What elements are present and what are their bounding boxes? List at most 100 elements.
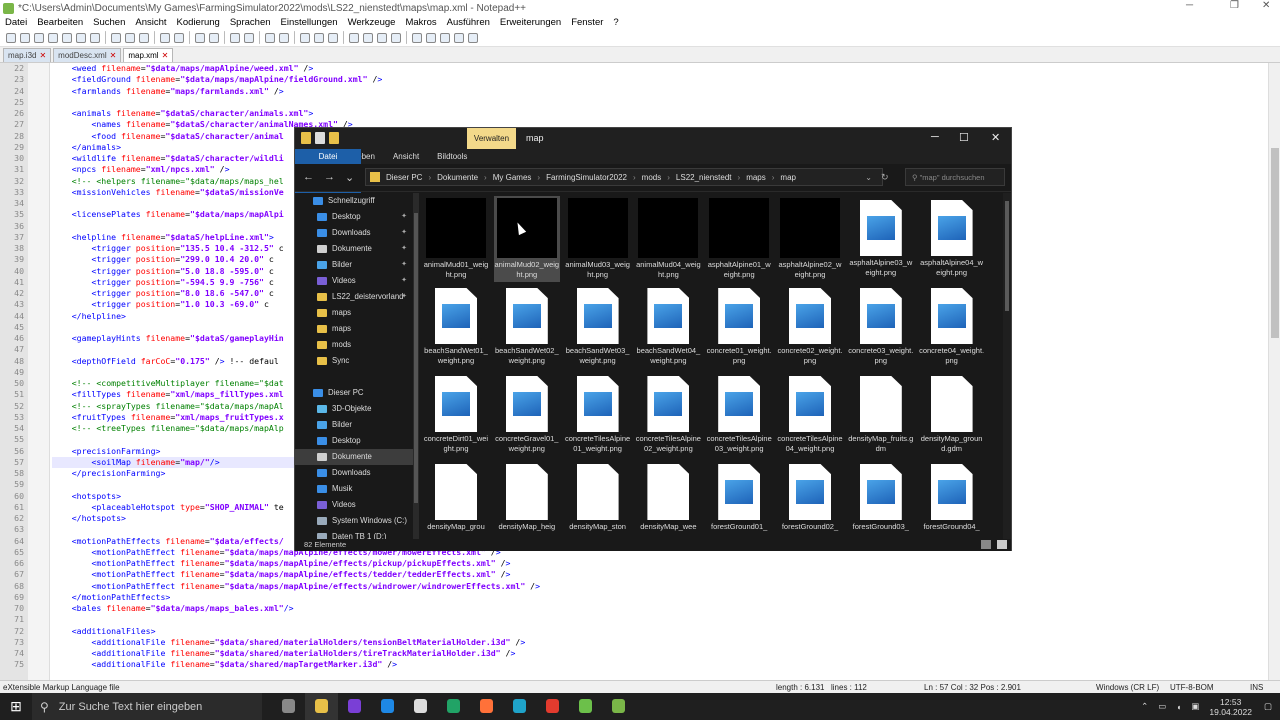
- breadcrumb-separator-icon[interactable]: ›: [772, 173, 775, 182]
- file-item[interactable]: animalMud02_weight.png: [493, 196, 560, 282]
- nav-item[interactable]: Daten TB 1 (D:): [295, 529, 413, 539]
- breadcrumb-separator-icon[interactable]: ›: [484, 173, 487, 182]
- copy-icon[interactable]: [125, 32, 135, 43]
- tab-1[interactable]: modDesc.xml ✕: [53, 48, 122, 62]
- network-icon[interactable]: ▭: [1158, 701, 1166, 712]
- sync-horizontal-icon[interactable]: [279, 32, 289, 43]
- menu-item[interactable]: Sprachen: [225, 16, 276, 29]
- save-all-icon[interactable]: [48, 32, 58, 43]
- file-item[interactable]: beachSandWet04_weight.png: [635, 284, 701, 370]
- file-item[interactable]: forestGround02_: [777, 460, 843, 538]
- breadcrumb-item[interactable]: My Games: [493, 173, 532, 182]
- file-item[interactable]: asphaltAlpine04_weight.png: [919, 196, 985, 282]
- close-all-icon[interactable]: [76, 32, 86, 43]
- ribbon-context-tab[interactable]: Verwalten: [467, 128, 516, 149]
- nav-item[interactable]: maps: [295, 321, 413, 337]
- stop-macro-icon[interactable]: [426, 32, 436, 43]
- tray-overflow-icon[interactable]: ⌃: [1141, 701, 1148, 712]
- app-icon[interactable]: [338, 693, 371, 720]
- address-dropdown-icon[interactable]: ⌄: [865, 173, 872, 182]
- nav-item[interactable]: 3D-Objekte: [295, 401, 413, 417]
- scrollbar-thumb[interactable]: [414, 213, 418, 503]
- nav-item[interactable]: mods: [295, 337, 413, 353]
- breadcrumb-separator-icon[interactable]: ›: [738, 173, 741, 182]
- file-item[interactable]: densityMap_wee: [635, 460, 701, 538]
- cut-icon[interactable]: [111, 32, 121, 43]
- task-view-icon[interactable]: [272, 693, 305, 720]
- file-item[interactable]: asphaltAlpine02_weight.png: [777, 196, 843, 282]
- search-box[interactable]: ⚲ "map" durchsuchen: [905, 168, 1005, 186]
- tab-close-icon[interactable]: ✕: [39, 51, 46, 60]
- breadcrumb-item[interactable]: Dieser PC: [386, 173, 422, 182]
- file-item[interactable]: asphaltAlpine03_weight.png: [848, 196, 914, 282]
- paste-icon[interactable]: [139, 32, 149, 43]
- menu-item[interactable]: Makros: [400, 16, 441, 29]
- tab-0[interactable]: map.i3d ✕: [3, 48, 52, 62]
- menu-item[interactable]: Einstellungen: [276, 16, 343, 29]
- menu-item[interactable]: Ausführen: [442, 16, 495, 29]
- notepad-plus-plus-icon[interactable]: [602, 693, 635, 720]
- app-icon[interactable]: [569, 693, 602, 720]
- doc-map-icon[interactable]: [349, 32, 359, 43]
- forward-icon[interactable]: →: [324, 171, 335, 184]
- file-item[interactable]: animalMud01_weight.png: [423, 196, 489, 282]
- nav-item[interactable]: Schnellzugriff: [295, 193, 413, 209]
- menu-item[interactable]: Kodierung: [172, 16, 225, 29]
- nav-item[interactable]: Dieser PC: [295, 385, 413, 401]
- monitoring-icon[interactable]: [391, 32, 401, 43]
- nav-item[interactable]: Musik: [295, 481, 413, 497]
- file-item[interactable]: concrete02_weight.png: [777, 284, 843, 370]
- nav-item[interactable]: Bilder: [295, 417, 413, 433]
- file-item[interactable]: beachSandWet01_weight.png: [423, 284, 489, 370]
- function-list-icon[interactable]: [363, 32, 373, 43]
- tab-close-icon[interactable]: ✕: [162, 51, 169, 60]
- minimize-icon[interactable]: ─: [931, 131, 939, 143]
- play-macro-multiple-icon[interactable]: [454, 32, 464, 43]
- refresh-icon[interactable]: ↻: [881, 172, 889, 183]
- file-item[interactable]: beachSandWet03_weight.png: [565, 284, 631, 370]
- nav-item[interactable]: maps: [295, 305, 413, 321]
- nav-item[interactable]: Dokumente ✦: [295, 241, 413, 257]
- file-explorer-icon[interactable]: [305, 693, 338, 720]
- file-item[interactable]: concrete04_weight.png: [919, 284, 985, 370]
- large-icons-view-icon[interactable]: [997, 540, 1007, 549]
- play-macro-icon[interactable]: [440, 32, 450, 43]
- nav-item[interactable]: Dokumente: [295, 449, 413, 465]
- new-file-icon[interactable]: [6, 32, 16, 43]
- menu-item[interactable]: Bearbeiten: [32, 16, 88, 29]
- navigation-pane-scrollbar[interactable]: [413, 193, 419, 539]
- firefox-icon[interactable]: [470, 693, 503, 720]
- nav-item[interactable]: LS22_deistervorland ✦: [295, 289, 413, 305]
- nav-item[interactable]: Videos ✦: [295, 273, 413, 289]
- clock[interactable]: 12:53 19.04.2022: [1209, 697, 1252, 717]
- nav-item[interactable]: Sync: [295, 353, 413, 369]
- breadcrumb-separator-icon[interactable]: ›: [633, 173, 636, 182]
- breadcrumb-separator-icon[interactable]: ›: [428, 173, 431, 182]
- print-icon[interactable]: [90, 32, 100, 43]
- file-item[interactable]: concrete01_weight.png: [706, 284, 772, 370]
- nav-item[interactable]: Bilder ✦: [295, 257, 413, 273]
- ribbon-tab[interactable]: Bildtools: [428, 149, 476, 164]
- scrollbar-thumb[interactable]: [1005, 201, 1009, 311]
- file-item[interactable]: densityMap_ston: [565, 460, 631, 538]
- notifications-icon[interactable]: ▢: [1264, 701, 1272, 712]
- menu-item[interactable]: Erweiterungen: [495, 16, 566, 29]
- file-item[interactable]: concreteTilesAlpine01_weight.png: [565, 372, 631, 458]
- file-item[interactable]: concreteGravel01_weight.png: [494, 372, 560, 458]
- file-item[interactable]: densityMap_heig: [494, 460, 560, 538]
- breadcrumb-separator-icon[interactable]: ›: [667, 173, 670, 182]
- editor-scrollbar[interactable]: [1268, 63, 1280, 680]
- file-grid-scrollbar[interactable]: [1003, 193, 1011, 539]
- nav-item[interactable]: Videos: [295, 497, 413, 513]
- file-item[interactable]: forestGround04_: [919, 460, 985, 538]
- windows-start-icon[interactable]: ⊞: [0, 693, 32, 720]
- file-item[interactable]: densityMap_ground.gdm: [919, 372, 985, 458]
- app-icon[interactable]: [371, 693, 404, 720]
- edge-icon[interactable]: [503, 693, 536, 720]
- nav-item[interactable]: Downloads: [295, 465, 413, 481]
- fold-margin[interactable]: [28, 63, 50, 680]
- undo-icon[interactable]: [160, 32, 170, 43]
- file-item[interactable]: forestGround01_: [706, 460, 772, 538]
- file-item[interactable]: concreteTilesAlpine02_weight.png: [635, 372, 701, 458]
- close-file-icon[interactable]: [62, 32, 72, 43]
